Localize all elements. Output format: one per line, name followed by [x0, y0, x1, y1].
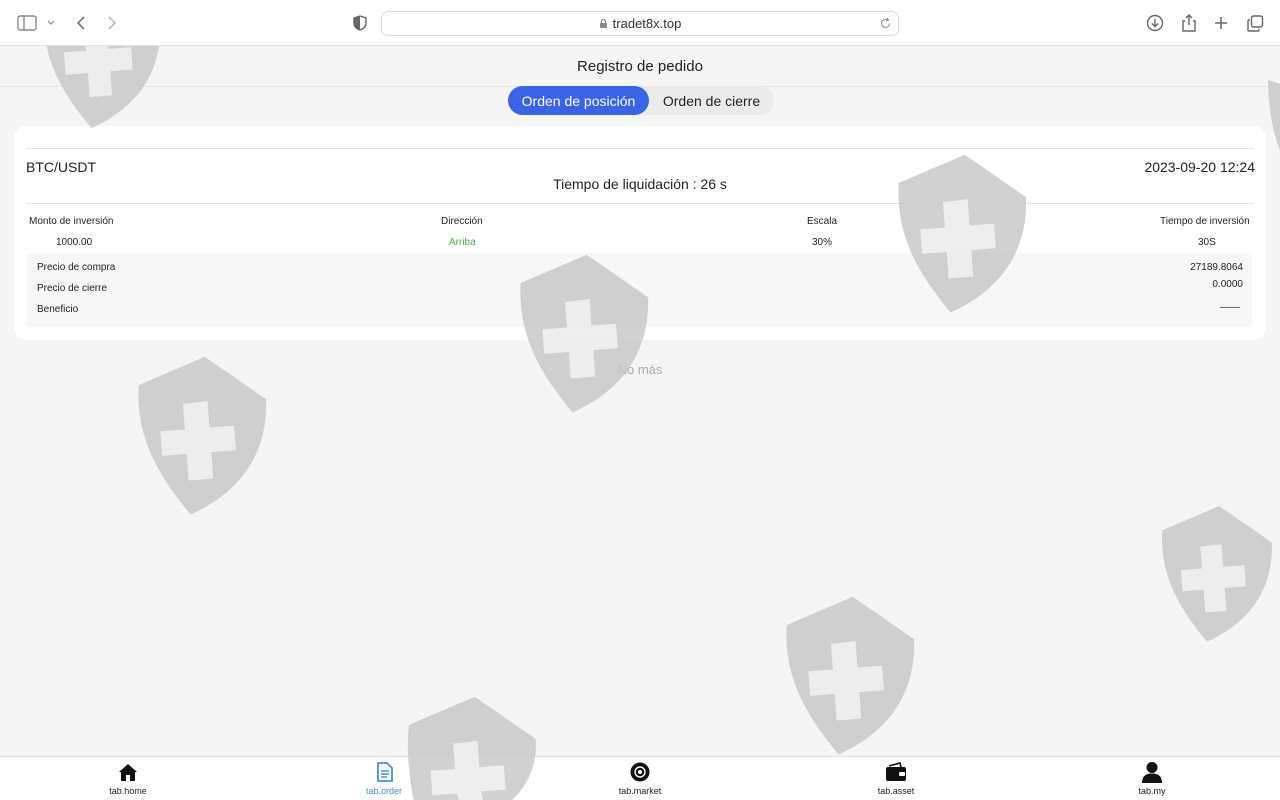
bottom-tab-bar: tab.home tab.order tab.market tab.asset … — [0, 756, 1280, 800]
tab-closed-orders[interactable]: Orden de cierre — [649, 86, 774, 115]
forward-icon[interactable] — [101, 12, 123, 34]
browser-toolbar: tradet8x.top — [0, 0, 1280, 46]
privacy-shield-icon[interactable] — [349, 12, 371, 34]
order-details: Precio de compra 27189.8064 Precio de ci… — [26, 253, 1252, 327]
reload-icon[interactable] — [879, 17, 892, 30]
purchase-price-value: 27189.8064 — [1190, 262, 1243, 273]
tab-home[interactable]: tab.home — [88, 761, 168, 800]
investment-time-value: 30S — [1198, 237, 1216, 248]
order-type-switch: Orden de posición Orden de cierre — [508, 86, 774, 115]
tab-market[interactable]: tab.market — [600, 761, 680, 800]
purchase-price-label: Precio de compra — [37, 262, 116, 273]
page-title: Registro de pedido — [577, 58, 703, 75]
direction-value: Arriba — [449, 237, 476, 248]
tab-market-label: tab.market — [618, 786, 662, 796]
download-icon[interactable] — [1144, 12, 1166, 34]
url-text: tradet8x.top — [612, 16, 682, 31]
back-icon[interactable] — [70, 12, 92, 34]
tab-order-label: tab.order — [365, 786, 403, 796]
tab-home-label: tab.home — [109, 786, 147, 796]
trading-pair: BTC/USDT — [26, 159, 96, 175]
page-header: Registro de pedido — [0, 47, 1280, 87]
sidebar-toggle-icon[interactable] — [16, 12, 38, 34]
chevron-down-icon[interactable] — [40, 12, 62, 34]
shield-watermark-icon — [1161, 505, 1272, 642]
home-icon — [118, 761, 138, 783]
tab-my[interactable]: tab.my — [1112, 761, 1192, 800]
profit-label: Beneficio — [37, 304, 79, 315]
liquidation-countdown: Tiempo de liquidación : 26 s — [553, 176, 727, 192]
order-card[interactable]: BTC/USDT 2023-09-20 12:24 Tiempo de liqu… — [14, 126, 1266, 340]
tab-my-label: tab.my — [1138, 786, 1166, 796]
tab-order[interactable]: tab.order — [344, 761, 424, 800]
new-tab-icon[interactable] — [1210, 12, 1232, 34]
divider — [26, 203, 1254, 204]
list-end-text: No más — [617, 362, 663, 377]
tabs-overview-icon[interactable] — [1244, 12, 1266, 34]
scale-value: 30% — [812, 237, 833, 248]
document-icon — [376, 761, 393, 783]
tab-asset[interactable]: tab.asset — [856, 761, 936, 800]
investment-amount-value: 1000.00 — [56, 237, 93, 248]
order-datetime: 2023-09-20 12:24 — [1144, 159, 1255, 175]
investment-amount-label: Monto de inversión — [29, 216, 114, 227]
tab-asset-label: tab.asset — [877, 786, 915, 796]
closing-price-value: 0.0000 — [1212, 279, 1243, 290]
shield-watermark-icon — [786, 596, 915, 755]
lock-icon — [599, 18, 608, 29]
wallet-icon — [885, 761, 907, 783]
address-bar[interactable]: tradet8x.top — [381, 11, 899, 36]
profit-value: —— — [1220, 302, 1240, 313]
investment-time-label: Tiempo de inversión — [1160, 216, 1250, 227]
divider — [26, 148, 1254, 149]
share-icon[interactable] — [1178, 12, 1200, 34]
closing-price-label: Precio de cierre — [37, 283, 108, 294]
market-icon — [630, 761, 650, 783]
shield-watermark-icon — [138, 356, 267, 515]
scale-label: Escala — [807, 216, 838, 227]
direction-label: Dirección — [441, 216, 483, 227]
user-icon — [1141, 761, 1163, 783]
tab-position-orders[interactable]: Orden de posición — [508, 86, 649, 115]
